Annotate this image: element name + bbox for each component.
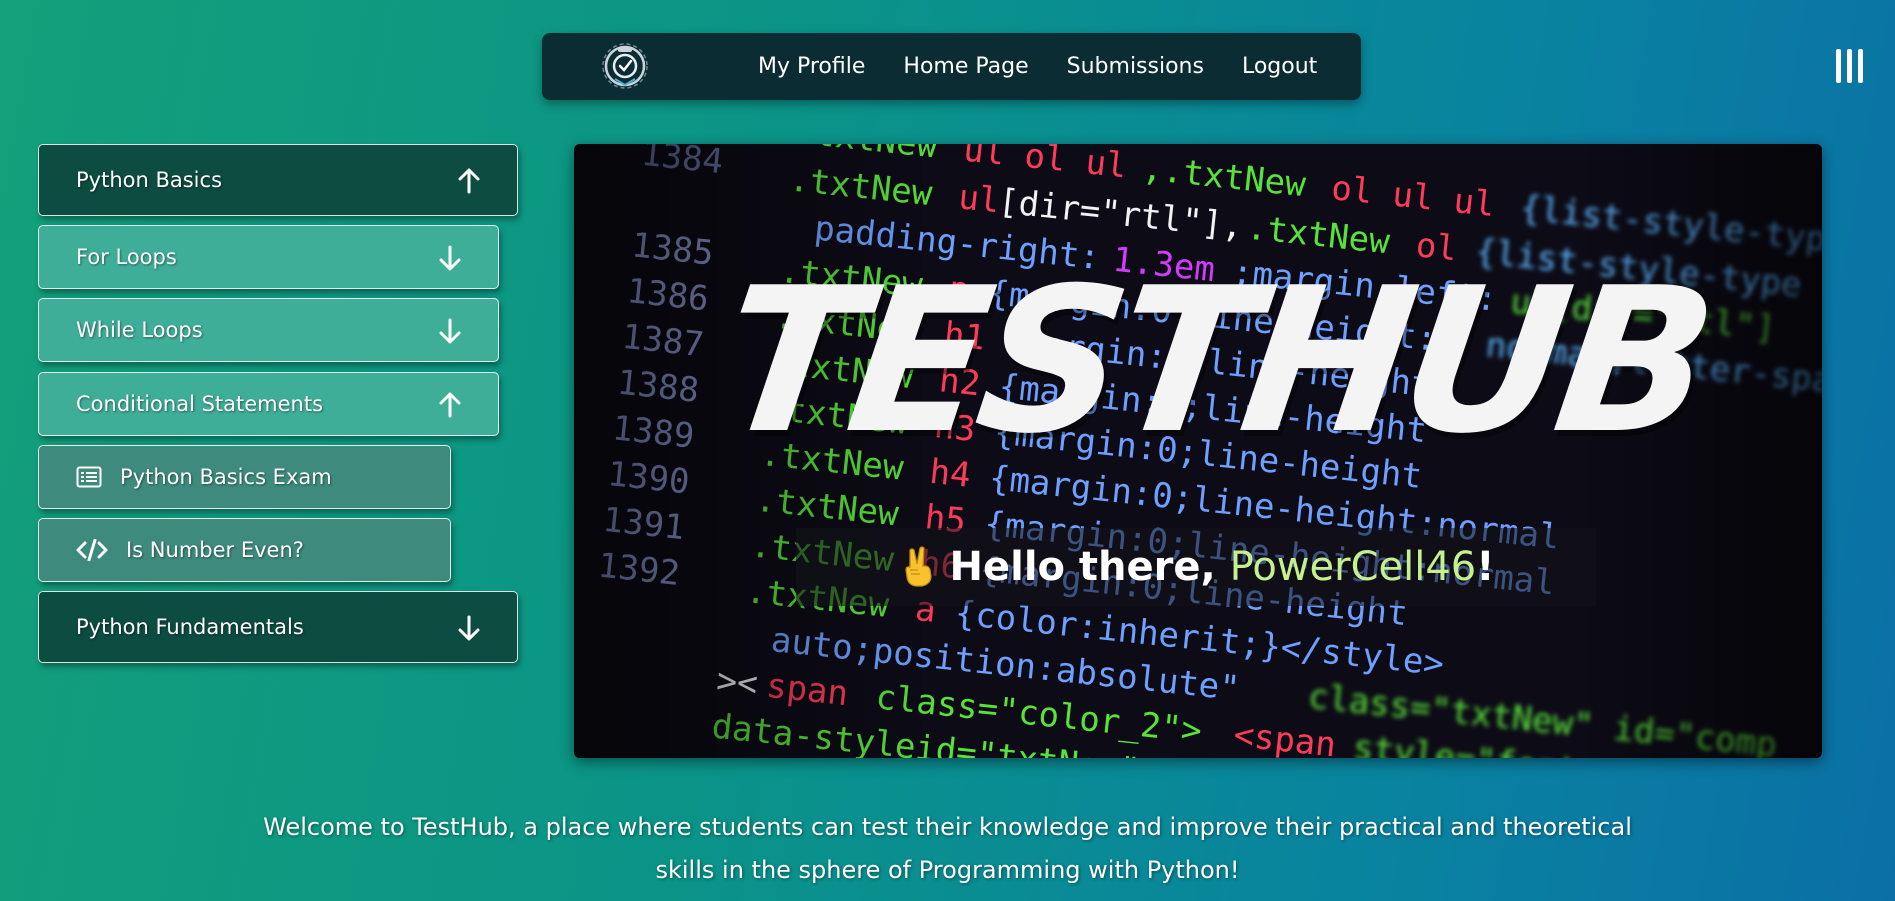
sidebar-item-label: Python Fundamentals	[76, 615, 304, 639]
username: PowerCell46	[1229, 544, 1477, 590]
sidebar-item-label: Conditional Statements	[76, 392, 324, 416]
sidebar-item-label: Python Basics	[76, 168, 223, 192]
greeting-prefix: Hello there,	[949, 544, 1230, 590]
arrow-up-icon	[439, 392, 461, 418]
sidebar-item-label: Python Basics Exam	[120, 465, 332, 489]
hamburger-icon[interactable]	[1836, 49, 1864, 83]
sidebar-item-conditional-statements[interactable]: Conditional Statements	[38, 372, 499, 436]
hamburger-bar	[1836, 49, 1841, 83]
arrow-down-icon	[439, 318, 461, 344]
sidebar-item-label: For Loops	[76, 245, 177, 269]
hero-banner: 1383 1384 1385 1386 1387 1388 1389 1390 …	[574, 144, 1822, 758]
greeting-box: Hello there, PowerCell46 !	[796, 528, 1596, 606]
list-icon	[76, 466, 102, 488]
sidebar-item-python-basics-exam[interactable]: Python Basics Exam	[38, 445, 451, 509]
nav-link-submissions[interactable]: Submissions	[1067, 54, 1204, 79]
sidebar-item-python-basics[interactable]: Python Basics	[38, 144, 518, 216]
hero-title: TESTHUB	[707, 245, 1721, 478]
welcome-line-2: skills in the sphere of Programming with…	[655, 856, 1240, 884]
greeting-suffix: !	[1476, 544, 1495, 590]
sidebar-item-label: While Loops	[76, 318, 203, 342]
sidebar-item-label: Is Number Even?	[126, 538, 304, 562]
arrow-up-icon	[458, 168, 480, 194]
arrow-down-icon	[439, 245, 461, 271]
sidebar-item-while-loops[interactable]: While Loops	[38, 298, 499, 362]
nav-link-home-page[interactable]: Home Page	[903, 54, 1028, 79]
sidebar-item-python-fundamentals[interactable]: Python Fundamentals	[38, 591, 518, 663]
sidebar-item-for-loops[interactable]: For Loops	[38, 225, 499, 289]
hamburger-bar	[1847, 49, 1852, 83]
welcome-line-1: Welcome to TestHub, a place where studen…	[263, 813, 1632, 841]
nav-link-logout[interactable]: Logout	[1242, 54, 1317, 79]
arrow-down-icon	[458, 615, 480, 641]
hamburger-bar	[1858, 49, 1863, 83]
top-navbar: My Profile Home Page Submissions Logout	[542, 33, 1361, 100]
nav-links: My Profile Home Page Submissions Logout	[758, 33, 1317, 100]
shield-check-icon[interactable]	[600, 41, 650, 91]
nav-link-my-profile[interactable]: My Profile	[758, 54, 865, 79]
welcome-text: Welcome to TestHub, a place where studen…	[190, 806, 1705, 892]
victory-hand-icon	[904, 546, 932, 587]
code-icon	[76, 539, 108, 561]
sidebar-item-is-number-even[interactable]: Is Number Even?	[38, 518, 451, 582]
